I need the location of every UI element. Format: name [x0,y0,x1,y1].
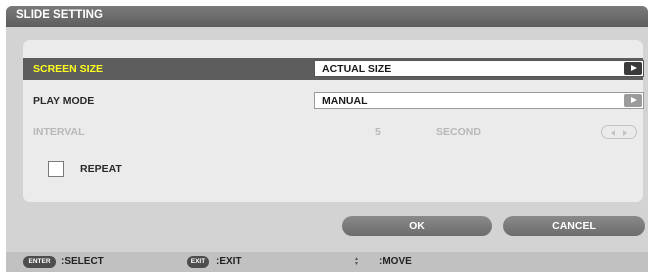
right-arrow-icon [623,129,627,136]
play-mode-label: PLAY MODE [33,95,95,107]
exit-key-icon: EXIT [187,256,209,268]
repeat-label: REPEAT [80,163,122,175]
interval-value: 5 [375,126,381,138]
slide-setting-dialog: SLIDE SETTING SCREEN SIZE ACTUAL SIZE PL… [6,6,648,272]
play-arrow-icon[interactable] [624,62,642,75]
screen-size-label: SCREEN SIZE [33,63,104,75]
interval-unit: SECOND [436,126,481,138]
repeat-option[interactable]: REPEAT [48,161,248,181]
play-mode-row[interactable]: PLAY MODE MANUAL [23,90,644,112]
interval-label: INTERVAL [33,126,85,138]
ok-button[interactable]: OK [342,216,492,236]
settings-panel: SCREEN SIZE ACTUAL SIZE PLAY MODE MANUAL… [23,40,644,202]
enter-key-icon: ENTER [23,256,56,268]
play-mode-select[interactable]: MANUAL [314,92,644,109]
up-down-icon: ▲ ▼ [354,256,359,267]
interval-row: INTERVAL 5 SECOND [23,121,643,143]
title-bar: SLIDE SETTING [6,6,648,27]
select-hint-text: :SELECT [61,256,104,267]
screen-size-row[interactable]: SCREEN SIZE ACTUAL SIZE [23,58,644,80]
cancel-button[interactable]: CANCEL [503,216,645,236]
dialog-title: SLIDE SETTING [16,9,103,21]
key-hint-bar: ENTER :SELECT EXIT :EXIT ▲ ▼ :MOVE [6,252,648,272]
play-arrow-icon[interactable] [624,94,642,107]
screen-size-value: ACTUAL SIZE [322,63,392,75]
interval-stepper [601,125,637,139]
play-mode-value: MANUAL [322,95,368,107]
move-hint-text: :MOVE [379,256,412,267]
left-arrow-icon [611,129,615,136]
repeat-checkbox[interactable] [48,161,64,177]
screen-size-select[interactable]: ACTUAL SIZE [314,60,644,77]
exit-hint-text: :EXIT [216,256,242,267]
